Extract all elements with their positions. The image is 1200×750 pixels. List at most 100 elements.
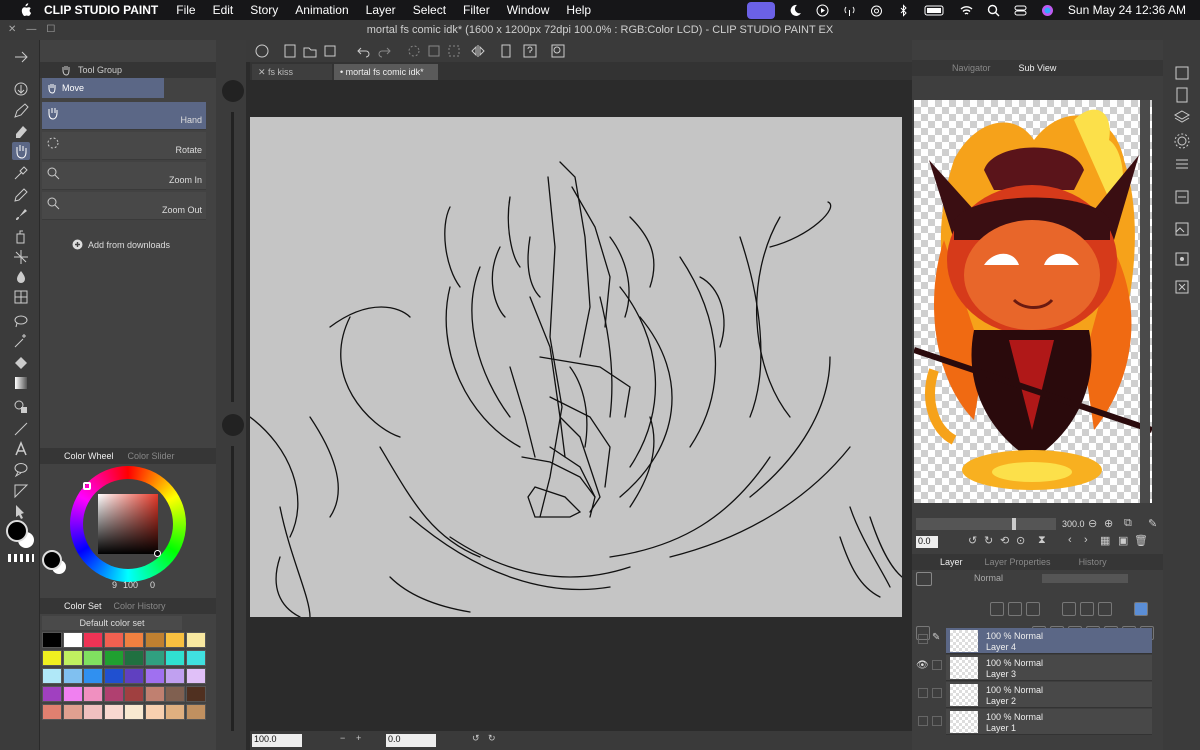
color-swatch[interactable] [124,704,144,720]
brush-opacity-slider[interactable] [231,446,234,731]
clip-studio-icon[interactable] [254,43,270,59]
visibility-toggle-layer-1[interactable] [918,716,928,726]
color-swatch[interactable] [185,686,206,702]
visibility-toggle-layer-2[interactable] [918,688,928,698]
wifi-icon[interactable] [960,4,973,17]
color-swatch[interactable] [103,704,124,720]
color-swatch[interactable] [83,650,103,666]
menu-select[interactable]: Select [413,3,446,17]
navigator-next-icon[interactable]: › [1084,534,1088,546]
decoration-tool-icon[interactable] [12,248,30,266]
navigator-rotate-right-icon[interactable]: ↻ [984,534,993,547]
ruler-tool-icon[interactable] [12,288,30,306]
color-swatch[interactable] [62,632,83,648]
eyedropper-icon[interactable]: ✎ [1148,517,1157,530]
layer-row[interactable]: 100 % Normal Layer 4 [946,628,1152,654]
color-swatch[interactable] [165,704,185,720]
menu-collapse-icon[interactable] [12,48,30,66]
tab-color-slider[interactable]: Color Slider [128,451,175,461]
menu-edit[interactable]: Edit [213,3,234,17]
color-swatch[interactable] [83,686,103,702]
color-swatch[interactable] [144,668,165,684]
color-swatch[interactable] [42,650,62,666]
bluetooth-icon[interactable] [897,3,910,17]
color-picker-handle[interactable] [154,550,161,557]
line-tool-icon[interactable] [12,420,30,438]
tab-layer[interactable]: Layer [940,557,963,567]
layer-color-swap-icon[interactable] [1134,602,1148,616]
sub-view-scrollbar[interactable] [1140,100,1150,503]
color-swatch[interactable] [185,668,206,684]
lock-transparent-icon[interactable] [990,602,1004,616]
layer-more-icon[interactable] [1098,602,1112,616]
brush-size-preview-top[interactable] [222,80,244,102]
material-image-icon[interactable] [1173,220,1191,238]
battery-icon[interactable] [924,4,946,17]
color-swatch[interactable] [42,686,62,702]
navigator-grid-icon[interactable]: ▦ [1100,534,1110,547]
color-swatch[interactable] [103,650,124,666]
brush-size-slider[interactable] [231,112,234,402]
subtool-zoom-out[interactable]: Zoom Out [42,192,206,220]
color-swatch[interactable] [185,704,206,720]
clip-studio-status-icon[interactable] [746,1,775,19]
spotlight-search-icon[interactable] [987,4,1000,17]
deselect-icon[interactable] [446,43,462,59]
tab-history[interactable]: History [1079,557,1107,567]
lock-toggle-layer-2[interactable] [932,688,942,698]
layers-icon[interactable] [1173,108,1191,126]
hue-handle[interactable] [83,482,91,490]
balloon-tool-icon[interactable] [12,460,30,478]
rotate-left-icon[interactable]: ↺ [472,733,480,744]
drawing-canvas[interactable] [250,117,902,617]
tab-sub-view[interactable]: Sub View [1019,63,1057,73]
magic-wand-tool-icon[interactable] [12,332,30,350]
apple-icon[interactable] [18,3,32,17]
search-icon[interactable] [550,43,566,59]
pencil-tool-icon[interactable] [12,186,30,204]
color-swatch[interactable] [83,668,103,684]
transparent-color-icon[interactable] [8,554,34,562]
color-swatch[interactable] [62,650,83,666]
control-center-icon[interactable] [1014,4,1027,17]
material-3d-icon[interactable] [1173,278,1191,296]
navigator-reset-icon[interactable]: ⟲ [1000,534,1009,547]
antenna-icon[interactable] [843,4,856,17]
pen-tool-icon[interactable] [12,102,30,120]
navigator-zoom-out-icon[interactable]: ⊖ [1088,517,1097,530]
lock-toggle-layer-1[interactable] [932,716,942,726]
subtool-rotate[interactable]: Rotate [42,132,206,160]
zoom-in-icon[interactable]: + [356,733,361,743]
clip-studio-assets-icon[interactable] [498,43,514,59]
minimize-window-icon[interactable]: — [26,24,36,35]
menu-animation[interactable]: Animation [295,3,348,17]
material-pattern-icon[interactable] [1173,250,1191,268]
menubar-clock[interactable]: Sun May 24 12:36 AM [1068,3,1186,17]
navigator-image-icon[interactable]: ▣ [1118,534,1128,547]
document-icon[interactable] [1173,86,1191,104]
menu-story[interactable]: Story [250,3,278,17]
tab-mortal-fs-comic[interactable]: • mortal fs comic idk* [334,64,438,80]
open-file-icon[interactable] [302,43,318,59]
tab-color-history[interactable]: Color History [114,601,166,611]
color-swatch[interactable] [62,704,83,720]
gradient-tool-icon[interactable] [12,374,30,392]
color-swatch[interactable] [185,632,206,648]
color-swatch[interactable] [83,632,103,648]
airdrop-icon[interactable] [870,4,883,17]
save-icon[interactable] [322,43,338,59]
fill-tool-icon[interactable] [12,354,30,372]
eyedropper-tool-icon[interactable] [12,164,30,182]
sub-view-image[interactable] [913,100,1153,503]
close-tab-icon[interactable]: ✕ [258,67,268,77]
menu-window[interactable]: Window [507,3,550,17]
subtool-hand[interactable]: Hand [42,102,206,130]
color-swatch[interactable] [103,668,124,684]
color-wheel[interactable] [70,466,186,582]
clear-icon[interactable] [406,43,422,59]
color-swatch[interactable] [42,704,62,720]
color-swatch[interactable] [103,632,124,648]
zoom-out-icon[interactable]: − [340,733,345,743]
tab-color-set[interactable]: Color Set [64,601,102,611]
stack-icon[interactable] [1173,154,1191,172]
